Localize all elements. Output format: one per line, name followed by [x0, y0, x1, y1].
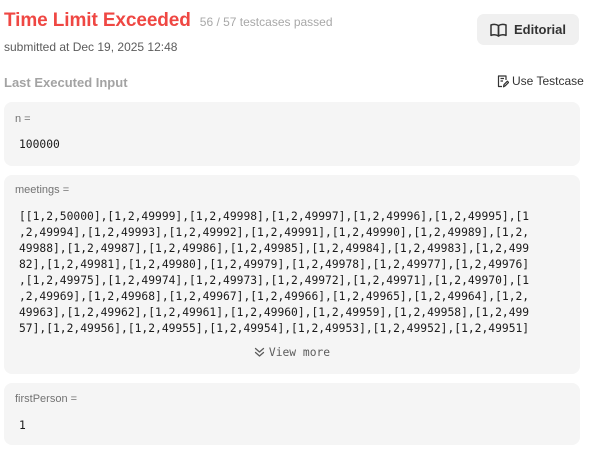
meetings-line: 49988],[1,2,49987],[1,2,49986],[1,2,4998…	[19, 242, 530, 255]
input-label-firstperson: firstPerson =	[15, 393, 78, 405]
meetings-line: 49963],[1,2,49962],[1,2,49961],[1,2,4996…	[19, 306, 530, 319]
use-testcase-button[interactable]: Use Testcase	[497, 74, 584, 88]
document-pencil-icon	[497, 74, 509, 88]
meetings-line: ,2,49969],[1,2,49968],[1,2,49967],[1,2,4…	[19, 290, 530, 303]
view-more-button[interactable]: View more	[4, 346, 580, 359]
editorial-button[interactable]: Editorial	[477, 14, 579, 45]
use-testcase-label: Use Testcase	[512, 74, 584, 88]
submitted-timestamp: submitted at Dec 19, 2025 12:48	[4, 40, 178, 54]
status-title: Time Limit Exceeded	[4, 10, 191, 31]
view-more-label: View more	[268, 346, 331, 359]
section-title: Last Executed Input	[4, 75, 128, 90]
input-card-firstperson: firstPerson = 1	[4, 383, 580, 445]
meetings-line: ,2,49994],[1,2,49993],[1,2,49992],[1,2,4…	[19, 226, 530, 239]
open-book-icon	[490, 23, 507, 37]
meetings-value: [[1,2,50000],[1,2,49999],[1,2,49998],[1,…	[19, 209, 529, 337]
input-card-meetings: meetings = [[1,2,50000],[1,2,49999],[1,2…	[4, 175, 580, 374]
input-card-n: n = 100000	[4, 102, 580, 166]
meetings-line: 57],[1,2,49956],[1,2,49955],[1,2,49954],…	[19, 322, 530, 335]
input-label-meetings: meetings =	[15, 184, 70, 196]
testcases-passed-count: 56 / 57 testcases passed	[199, 15, 333, 29]
input-label-n: n =	[15, 113, 31, 125]
editorial-label: Editorial	[513, 22, 566, 37]
input-value-n: 100000	[19, 138, 60, 151]
double-chevron-down-icon	[254, 347, 265, 358]
result-header: Time Limit Exceeded 56 / 57 testcases pa…	[4, 10, 333, 34]
meetings-line: [[1,2,50000],[1,2,49999],[1,2,49998],[1,…	[19, 210, 530, 223]
meetings-line: 82],[1,2,49981],[1,2,49980],[1,2,49979],…	[19, 258, 530, 271]
meetings-line: ,[1,2,49975],[1,2,49974],[1,2,49973],[1,…	[19, 274, 530, 287]
input-value-firstperson: 1	[19, 419, 26, 432]
